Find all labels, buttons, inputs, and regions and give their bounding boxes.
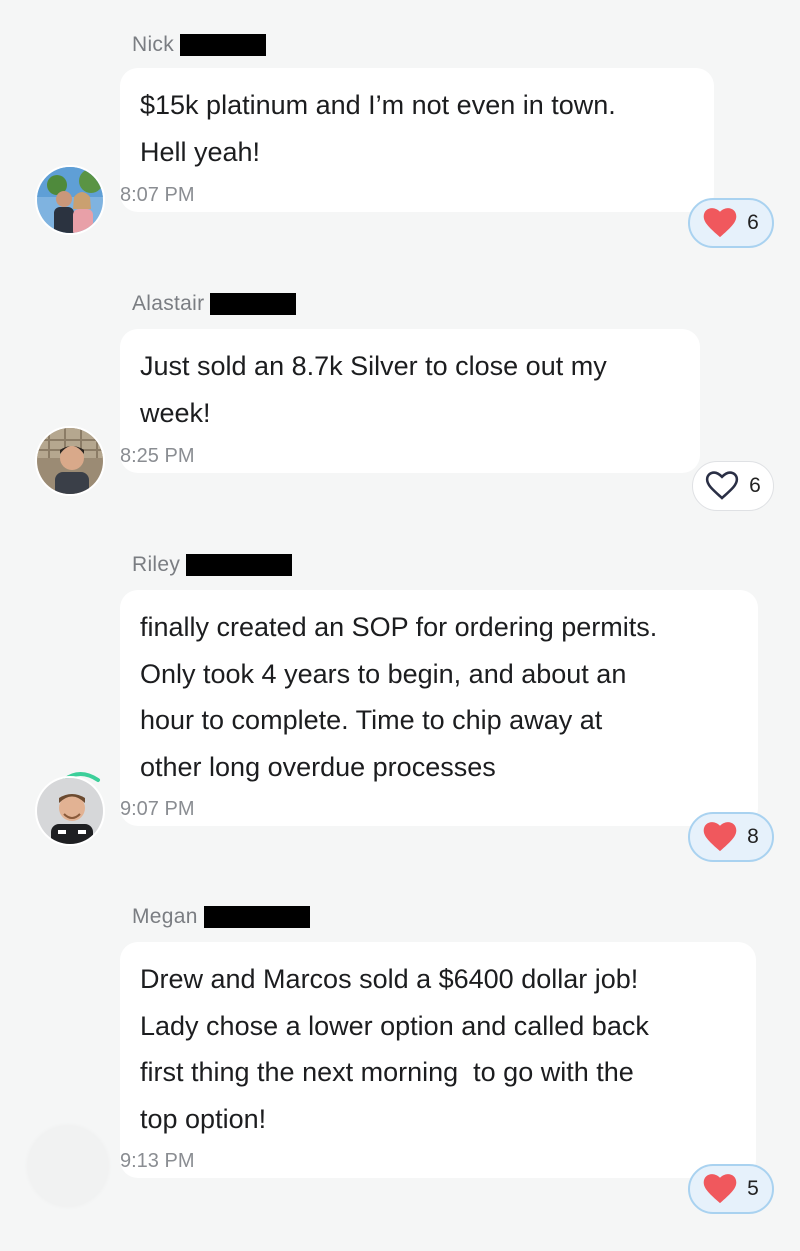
message-text: Just sold an 8.7k Silver to close out my…: [140, 351, 607, 428]
message-bubble[interactable]: finally created an SOP for ordering perm…: [120, 590, 758, 826]
user-avatar[interactable]: [35, 426, 105, 496]
message-item: Alastair Just sold an 8.7k Silver to clo…: [0, 289, 800, 529]
reaction-count: 5: [747, 1177, 759, 1200]
like-reaction-button[interactable]: 5: [688, 1164, 774, 1214]
sender-first-name: Megan: [132, 905, 198, 928]
reaction-count: 6: [747, 211, 759, 234]
message-time: 9:13 PM: [120, 1150, 195, 1172]
message-time: 8:07 PM: [120, 184, 195, 206]
like-reaction-button[interactable]: 8: [688, 812, 774, 862]
sender-first-name: Alastair: [132, 292, 205, 315]
message-text: Drew and Marcos sold a $6400 dollar job!…: [140, 964, 649, 1134]
sender-name: Megan: [132, 902, 310, 932]
user-avatar[interactable]: [35, 776, 105, 846]
sender-name: Riley: [132, 550, 293, 580]
message-item: Nick $15k platinum and I’m not even in t…: [0, 28, 800, 268]
user-avatar[interactable]: [35, 165, 105, 235]
sender-first-name: Nick: [132, 33, 175, 56]
message-item: Riley finally created an SOP for orderin…: [0, 550, 800, 870]
sender-first-name: Riley: [132, 553, 181, 576]
message-bubble[interactable]: $15k platinum and I’m not even in town. …: [120, 68, 714, 212]
heart-outline-icon: [706, 471, 739, 500]
message-time: 8:25 PM: [120, 445, 195, 467]
redacted-surname: [186, 554, 293, 576]
message-text: finally created an SOP for ordering perm…: [140, 612, 658, 782]
user-avatar[interactable]: [28, 1126, 108, 1206]
heart-filled-icon: [703, 1174, 737, 1204]
reaction-count: 8: [747, 825, 759, 848]
message-item: Megan Drew and Marcos sold a $6400 dolla…: [0, 902, 800, 1232]
message-text: $15k platinum and I’m not even in town. …: [140, 90, 616, 167]
sender-name: Alastair: [132, 289, 297, 319]
like-reaction-button[interactable]: 6: [688, 198, 774, 248]
message-bubble[interactable]: Just sold an 8.7k Silver to close out my…: [120, 329, 700, 473]
redacted-surname: [203, 906, 310, 928]
reaction-count: 6: [749, 474, 761, 497]
chat-feed: Nick $15k platinum and I’m not even in t…: [0, 0, 800, 1251]
message-bubble[interactable]: Drew and Marcos sold a $6400 dollar job!…: [120, 942, 756, 1178]
message-time: 9:07 PM: [120, 798, 195, 820]
sender-name: Nick: [132, 30, 267, 60]
heart-filled-icon: [703, 208, 737, 238]
like-reaction-button[interactable]: 6: [692, 461, 774, 511]
heart-filled-icon: [703, 822, 737, 852]
redacted-surname: [210, 293, 297, 315]
redacted-surname: [180, 34, 267, 56]
